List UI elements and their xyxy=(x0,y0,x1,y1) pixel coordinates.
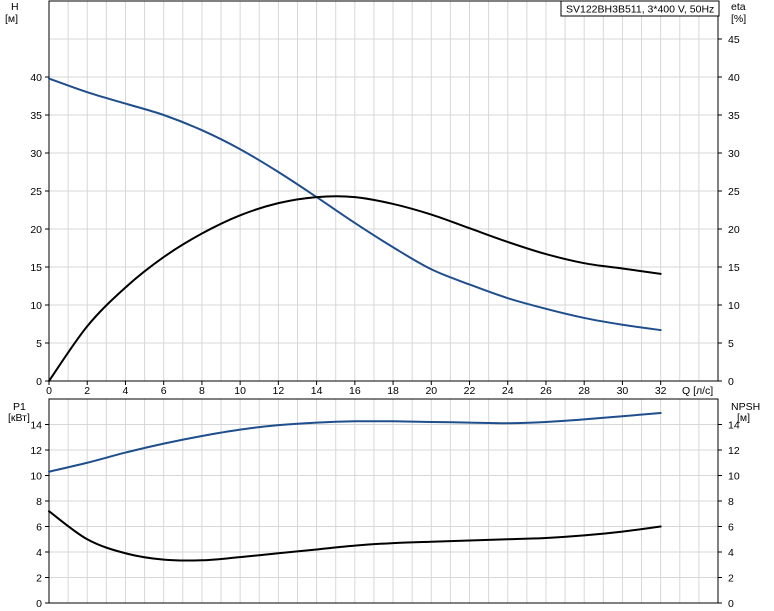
bottom-right-tick-label: 8 xyxy=(728,496,734,508)
bottom-left-tick-label: 6 xyxy=(36,522,42,534)
eta-axis-label: eta xyxy=(731,1,746,13)
bottom-left-tick-label: 10 xyxy=(30,471,42,483)
x-tick-label: 30 xyxy=(617,385,629,397)
top-right-tick-label: 10 xyxy=(728,300,740,312)
x-tick-label: 6 xyxy=(161,385,167,397)
pump-curve-chart: 0 5 10 15 20 25 30 35 40 0 5 10 15 20 25 30 35 40 45 0 2 4 6 8 1… xyxy=(0,0,774,611)
bottom-right-tick-label: 6 xyxy=(728,522,734,534)
chart-canvas: 05101520253035400510152025303540450 2 4 6 8 1… xyxy=(5,0,760,610)
h-axis-unit: [м] xyxy=(5,13,18,25)
x-tick-label: 22 xyxy=(464,385,476,397)
bottom-right-tick-label: 12 xyxy=(728,445,740,457)
top-left-tick-label: 40 xyxy=(30,72,42,84)
top-right-tick-label: 0 xyxy=(728,376,734,388)
x-tick-label: 4 xyxy=(123,385,129,397)
bottom-left-tick-label: 2 xyxy=(36,573,42,585)
top-left-tick-label: 15 xyxy=(30,262,42,274)
top-right-tick-label: 25 xyxy=(728,186,740,198)
bottom-left-tick-label: 0 xyxy=(36,598,42,610)
npsh-axis-unit: [м] xyxy=(737,412,750,424)
bottom-right-tick-label: 10 xyxy=(728,471,740,483)
top-right-tick-label: 20 xyxy=(728,224,740,236)
p1-axis-unit: [кВт] xyxy=(8,412,30,424)
bottom-right-tick-label: 2 xyxy=(728,573,734,585)
q-axis-label: Q [л/с] xyxy=(682,385,713,397)
x-tick-label: 0 xyxy=(46,385,52,397)
x-tick-label: 8 xyxy=(199,385,205,397)
bottom-right-tick-label: 0 xyxy=(728,598,734,610)
top-left-tick-label: 5 xyxy=(36,338,42,350)
top-left-tick-label: 20 xyxy=(30,224,42,236)
bottom-right-tick-label: 4 xyxy=(728,547,734,559)
top-left-tick-label: 0 xyxy=(36,376,42,388)
x-tick-label: 28 xyxy=(578,385,590,397)
top-right-tick-label: 15 xyxy=(728,262,740,274)
top-left-tick-label: 10 xyxy=(30,300,42,312)
h-axis-label: H xyxy=(11,1,19,13)
eta-axis-unit: [%] xyxy=(731,13,746,25)
x-tick-label: 10 xyxy=(234,385,246,397)
top-right-tick-label: 30 xyxy=(728,148,740,160)
bottom-left-tick-label: 14 xyxy=(30,420,42,432)
x-tick-label: 14 xyxy=(311,385,323,397)
x-tick-label: 26 xyxy=(540,385,552,397)
top-right-tick-label: 40 xyxy=(728,72,740,84)
x-tick-label: 32 xyxy=(655,385,667,397)
bottom-left-tick-label: 8 xyxy=(36,496,42,508)
x-tick-label: 12 xyxy=(273,385,285,397)
top-right-tick-label: 35 xyxy=(728,110,740,122)
bottom-left-tick-label: 12 xyxy=(30,445,42,457)
top-left-tick-label: 25 xyxy=(30,186,42,198)
x-tick-label: 24 xyxy=(502,385,514,397)
top-left-tick-label: 35 xyxy=(30,110,42,122)
bottom-left-tick-label: 4 xyxy=(36,547,42,559)
top-left-tick-label: 30 xyxy=(30,148,42,160)
chart-title: SV122BH3B511, 3*400 V, 50Hz xyxy=(566,4,714,16)
x-tick-label: 20 xyxy=(425,385,437,397)
top-right-tick-label: 45 xyxy=(728,34,740,46)
x-tick-label: 16 xyxy=(349,385,361,397)
x-tick-label: 18 xyxy=(387,385,399,397)
top-right-tick-label: 5 xyxy=(728,338,734,350)
x-tick-label: 2 xyxy=(84,385,90,397)
